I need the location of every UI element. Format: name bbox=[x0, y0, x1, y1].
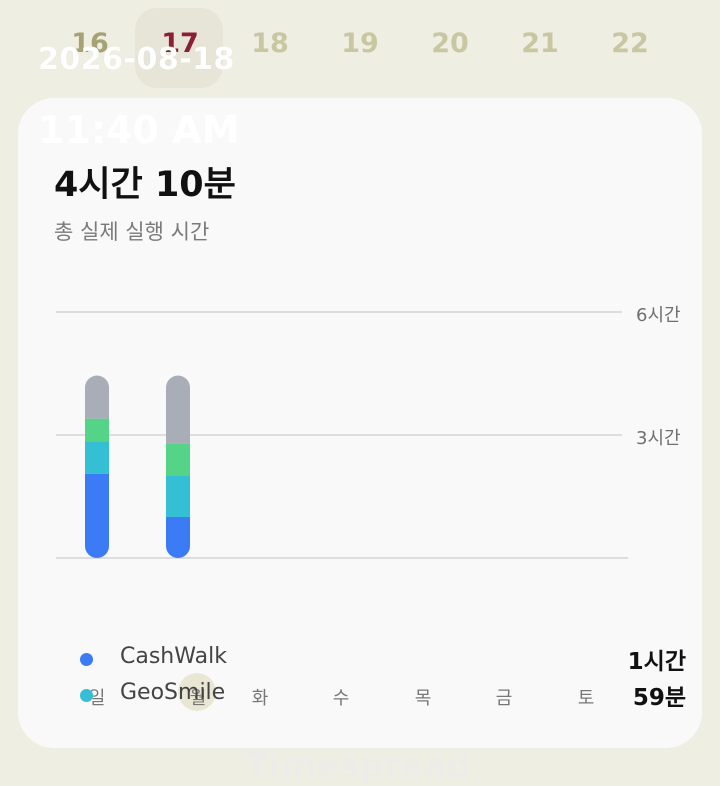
usage-card: 4시간 10분 총 실제 실행 시간 6시간 3시간 일 월 화 수 목 금 토… bbox=[18, 98, 702, 786]
bar-segment-0-0 bbox=[85, 473, 109, 558]
legend-time-cashwalk: 1시간 bbox=[627, 649, 686, 675]
date-selector: 16 17 18 19 20 21 22 2026-08-18 bbox=[0, 0, 720, 95]
date-20[interactable]: 20 bbox=[420, 28, 480, 59]
timespread-watermark: Timespread bbox=[246, 746, 472, 786]
legend-time-geosmile: 59분 bbox=[632, 685, 686, 711]
bar-segment-0-1 bbox=[85, 441, 109, 474]
y-tick-3h: 3시간 bbox=[636, 428, 681, 449]
legend-name-cashwalk: CashWalk bbox=[120, 644, 227, 669]
bar-stack-1[interactable] bbox=[166, 375, 190, 558]
overlay-date: 2026-08-18 bbox=[38, 42, 235, 77]
cashwalk-color-dot bbox=[80, 653, 93, 666]
bar-segment-1-0 bbox=[166, 517, 190, 558]
y-tick-6h: 6시간 bbox=[636, 305, 681, 326]
bar-segment-1-1 bbox=[166, 476, 190, 517]
date-22[interactable]: 22 bbox=[600, 28, 660, 59]
legend-name-geosmile: GeoSmile bbox=[120, 680, 226, 705]
bar-stack-0[interactable] bbox=[85, 375, 109, 558]
overlay-time: 11:40 AM bbox=[38, 108, 240, 152]
bar-segment-0-2 bbox=[85, 418, 109, 442]
date-19[interactable]: 19 bbox=[330, 28, 390, 59]
date-21[interactable]: 21 bbox=[510, 28, 570, 59]
bar-segment-0-3 bbox=[85, 375, 109, 419]
date-18[interactable]: 18 bbox=[240, 28, 300, 59]
geosmile-color-dot bbox=[80, 689, 93, 702]
legend-row-geosmile[interactable]: GeoSmile 59분 bbox=[58, 678, 686, 712]
legend-row-cashwalk[interactable]: CashWalk 1시간 bbox=[58, 642, 686, 676]
bar-segment-1-2 bbox=[166, 443, 190, 476]
bar-segment-1-3 bbox=[166, 375, 190, 444]
